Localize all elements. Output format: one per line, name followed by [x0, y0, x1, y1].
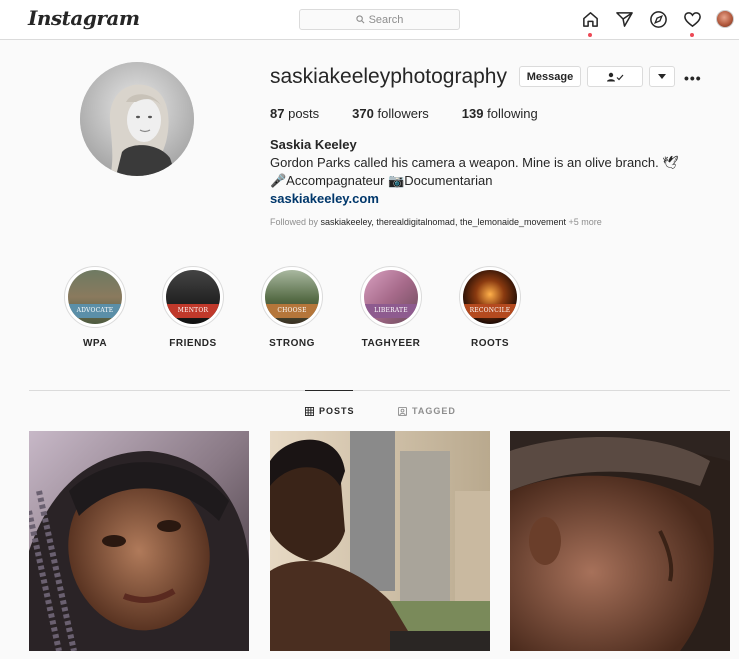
explore-icon[interactable]: [648, 9, 668, 29]
grid-icon: [305, 406, 314, 416]
search-placeholder: Search: [368, 13, 404, 26]
home-notification-dot: [588, 33, 592, 37]
highlight-band-text: ADVOCATE: [68, 304, 122, 318]
active-tab-indicator: [305, 390, 353, 391]
posts-stat: 87 posts: [270, 106, 319, 121]
highlight-cover: RECONCILE: [463, 270, 517, 324]
activity-icon[interactable]: [682, 9, 702, 37]
search-icon: [355, 15, 365, 24]
highlight-band-text: RECONCILE: [463, 304, 517, 318]
highlight-label: TAGHYEER: [361, 338, 421, 349]
home-icon[interactable]: [580, 9, 600, 37]
followed-by[interactable]: Followed by saskiakeeley, therealdigital…: [270, 217, 602, 227]
direct-icon[interactable]: [614, 9, 634, 29]
highlight-label: STRONG: [269, 338, 315, 349]
profile-full-name: Saskia Keeley: [270, 137, 357, 152]
search-input[interactable]: Search: [299, 9, 460, 30]
highlight-band-text: CHOOSE: [265, 304, 319, 318]
highlight-ring: ADVOCATE: [64, 266, 126, 328]
posts-label: posts: [288, 106, 320, 121]
highlight-label: ROOTS: [470, 338, 510, 349]
profile-avatar[interactable]: [716, 10, 734, 28]
website-link[interactable]: saskiakeeley.com: [270, 191, 379, 206]
options-menu-icon[interactable]: •••: [684, 70, 702, 86]
followers-stat[interactable]: 370 followers: [352, 106, 429, 121]
message-button[interactable]: Message: [519, 66, 581, 87]
highlight-band-text: LIBERATE: [364, 304, 418, 318]
followers-count: 370: [352, 106, 374, 121]
followed-by-names: saskiakeeley, therealdigitalnomad, the_l…: [320, 217, 567, 227]
highlight-band-text: MENTOR: [166, 304, 220, 318]
highlight-label: FRIENDS: [169, 338, 217, 349]
highlight-roots[interactable]: RECONCILE ROOTS: [459, 266, 521, 349]
bio-line-1: Gordon Parks called his camera a weapon.…: [270, 155, 679, 170]
highlight-ring: RECONCILE: [459, 266, 521, 328]
profile-bio: Gordon Parks called his camera a weapon.…: [270, 154, 690, 190]
highlight-cover: ADVOCATE: [68, 270, 122, 324]
following-count: 139: [461, 106, 484, 121]
highlight-cover: LIBERATE: [364, 270, 418, 324]
post-thumbnail[interactable]: [270, 431, 490, 651]
highlight-wpa[interactable]: ADVOCATE WPA: [64, 266, 126, 349]
highlight-cover: CHOOSE: [265, 270, 319, 324]
highlight-friends[interactable]: MENTOR FRIENDS: [162, 266, 224, 349]
highlight-ring: MENTOR: [162, 266, 224, 328]
following-stat[interactable]: 139 following: [462, 106, 538, 121]
instagram-logo[interactable]: Instagram: [28, 6, 140, 30]
highlight-cover: MENTOR: [166, 270, 220, 324]
followers-label: followers: [377, 106, 429, 121]
tab-tagged[interactable]: TAGGED: [398, 406, 456, 416]
person-check-icon: [607, 72, 624, 81]
tab-tagged-label: TAGGED: [412, 406, 456, 416]
tab-posts[interactable]: POSTS: [305, 406, 355, 416]
highlight-ring: CHOOSE: [261, 266, 323, 328]
highlight-ring: LIBERATE: [360, 266, 422, 328]
highlight-label: WPA: [82, 338, 108, 349]
followed-by-prefix: Followed by: [270, 217, 321, 227]
profile-picture[interactable]: [80, 62, 194, 176]
post-thumbnail[interactable]: [510, 431, 730, 651]
nav-icon-bar: [580, 9, 734, 37]
bio-line-2: 🎤Accompagnateur 📷Documentarian: [270, 173, 493, 188]
followed-by-more: +5 more: [566, 217, 602, 227]
activity-notification-dot: [690, 33, 694, 37]
post-thumbnail[interactable]: [29, 431, 249, 651]
profile-username: saskiakeeleyphotography: [270, 65, 507, 88]
tabs-divider: [29, 390, 730, 391]
highlight-taghyeer[interactable]: LIBERATE TAGHYEER: [360, 266, 422, 349]
highlight-strong[interactable]: CHOOSE STRONG: [261, 266, 323, 349]
following-label: following: [487, 106, 538, 121]
posts-count: 87: [270, 106, 285, 121]
profile-stats: 87 posts 370 followers 139 following: [270, 106, 571, 121]
following-button[interactable]: [587, 66, 643, 87]
tab-posts-label: POSTS: [319, 406, 355, 416]
suggested-dropdown-button[interactable]: [649, 66, 675, 87]
caret-down-icon: [658, 74, 666, 79]
top-navigation: Instagram Search: [0, 0, 739, 40]
tagged-icon: [398, 406, 407, 416]
